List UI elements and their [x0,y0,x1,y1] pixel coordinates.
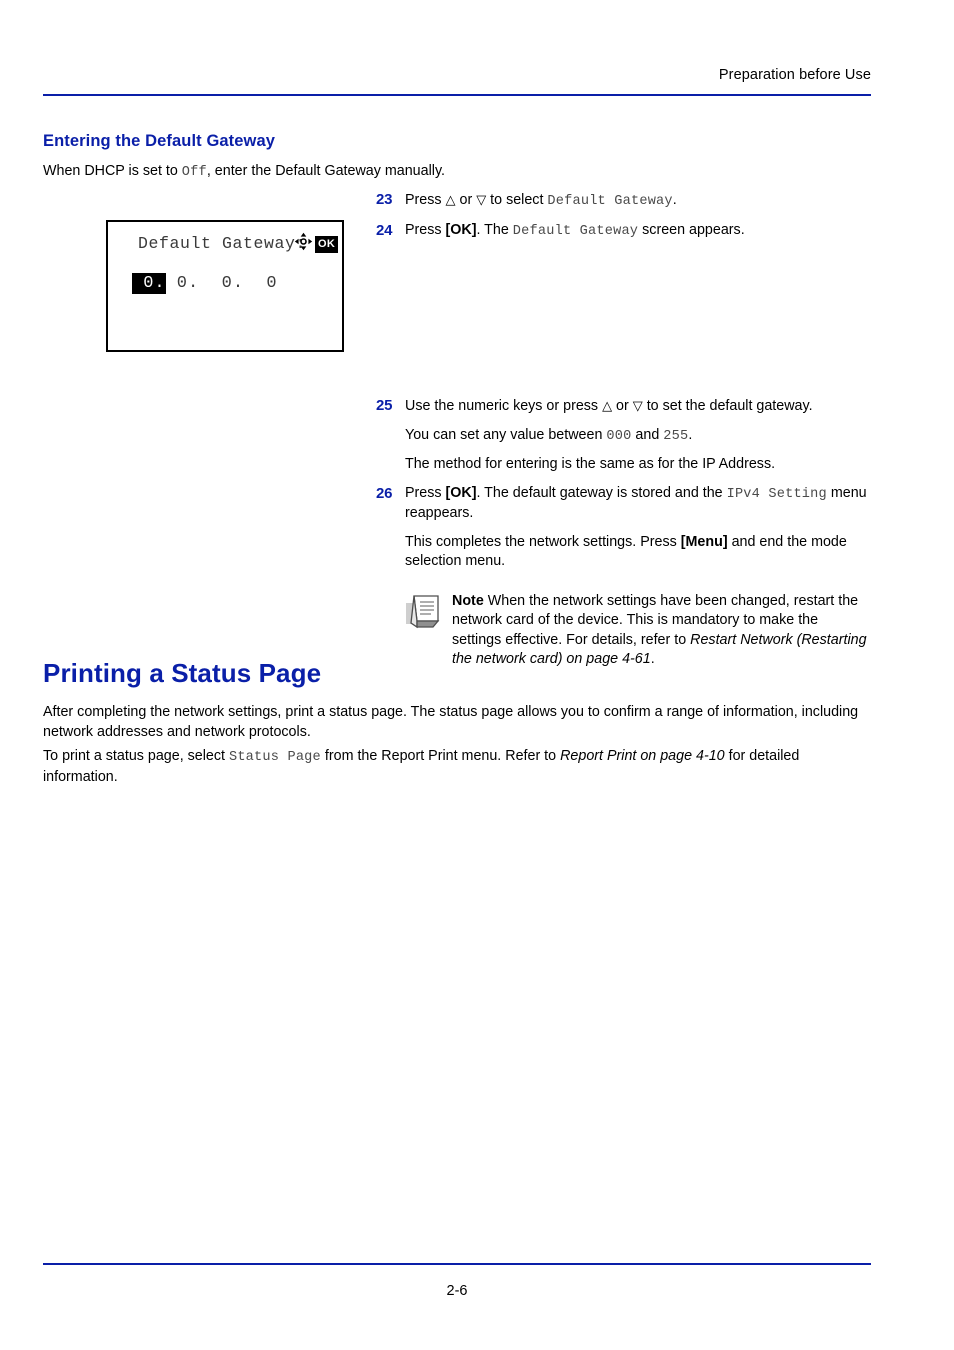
step-text: screen appears. [638,221,745,238]
intro-text-before: When DHCP is set to [43,163,182,179]
lcd-display-illustration: Default Gateway: OK 0. 0. 0. 0 [106,220,344,352]
step-text: or [612,398,633,414]
key-label-menu: [Menu] [680,533,728,550]
step-text: or [455,192,477,208]
menu-item-name: Default Gateway [547,194,673,209]
steps-spacer-2 [376,475,871,484]
substep-text: and [631,426,664,443]
step-number: 25 [376,397,393,414]
note-callout: Note When the network settings have been… [376,592,871,670]
paragraph-text: To print a status page, select [43,748,229,764]
step-25: 25 Use the numeric keys or press △ or ▽ t… [376,396,871,417]
four-way-arrow-icon [294,232,313,256]
down-triangle-icon: ▽ [632,398,643,413]
lcd-remaining-octets: 0. 0. 0 [165,274,278,293]
steps-spacer [376,250,871,396]
section-heading: Entering the Default Gateway [43,132,276,150]
step-number: 23 [376,191,393,208]
substep-text: . [688,426,693,443]
note-document-icon [405,594,445,630]
status-page-paragraph-2: To print a status page, select Status Pa… [43,747,871,787]
step-text: . The default gateway is stored and the [476,484,727,501]
header-rule [43,94,871,96]
step-26-note-1: This completes the network settings. Pre… [376,533,871,572]
step-text: Use the numeric keys or press [405,398,603,414]
step-25-note-2: The method for entering is the same as f… [405,456,776,472]
intro-text-after: , enter the Default Gateway manually. [206,163,445,179]
paragraph-text: from the Report Print menu. Refer to [320,748,561,764]
value-max: 255 [663,428,689,444]
menu-item-name: Default Gateway [512,223,639,239]
step-26: 26 Press [OK]. The default gateway is sto… [376,484,871,524]
step-text: . The [476,221,513,238]
ok-badge-icon: OK [315,235,339,253]
intro-mono-value: Off [181,165,207,180]
page-title: Printing a Status Page [43,658,322,688]
lcd-title-text: Default Gateway: [138,234,307,253]
key-label-ok: [OK] [445,484,477,501]
step-text: to select [486,192,548,208]
lcd-icon-group: OK [294,232,339,256]
step-number: 24 [376,221,393,239]
step-25-note-1: You can set any value between 000 and 25… [376,426,871,447]
footer-rule [43,1263,871,1265]
status-page-paragraph-1: After completing the network settings, p… [43,704,859,740]
step-text: . [672,192,677,208]
page-number: 2-6 [446,1283,468,1299]
note-label: Note [452,592,484,609]
note-body: Note When the network settings have been… [405,592,871,670]
step-text: Press [405,221,446,238]
step-number: 26 [376,484,393,502]
step-23: 23 Press △ or ▽ to select Default Gateway… [376,190,871,212]
lcd-selected-octet: 0. [132,273,166,294]
menu-item-name: IPv4 Setting [726,486,827,502]
step-text: Press [405,192,446,208]
note-text-end: . [650,651,655,667]
value-min: 000 [606,428,632,444]
running-header: Preparation before Use [718,67,871,83]
step-text: to set the default gateway. [642,398,813,414]
down-triangle-icon: ▽ [476,192,487,207]
up-triangle-icon: △ [602,398,613,413]
numbered-step-list: 23 Press △ or ▽ to select Default Gateway… [376,190,871,670]
substep-text: This completes the network settings. Pre… [405,533,681,550]
cross-reference: Report Print on page 4-10 [560,748,725,764]
document-page: Preparation before Use Entering the Defa… [0,0,954,1350]
step-text: Press [405,484,446,501]
substep-text: You can set any value between [405,426,607,443]
up-triangle-icon: △ [445,192,456,207]
menu-item-name: Status Page [228,750,321,765]
section-intro: When DHCP is set to Off, enter the Defau… [43,162,543,182]
lcd-value-row: 0. 0. 0. 0 [132,273,278,294]
step-24: 24 Press [OK]. The Default Gateway screen… [376,221,871,242]
key-label-ok: [OK] [445,221,477,238]
